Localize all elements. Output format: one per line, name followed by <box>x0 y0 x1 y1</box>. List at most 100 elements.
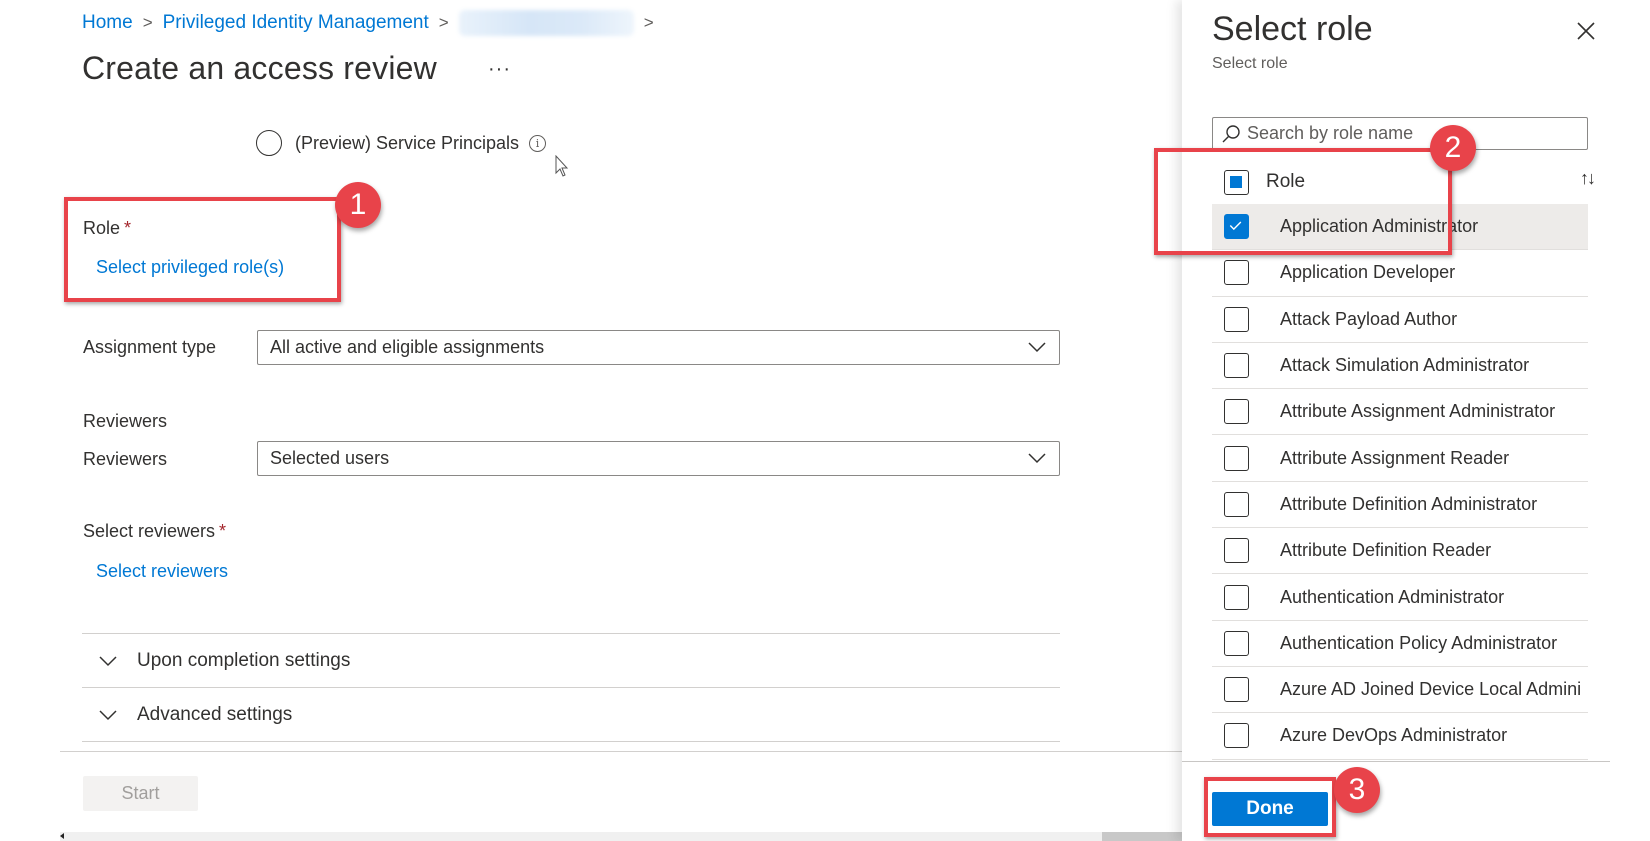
callout-box-step-1 <box>64 197 341 302</box>
step-1-badge: 1 <box>335 182 381 228</box>
sort-icon[interactable]: ↑↓ <box>1580 168 1596 189</box>
scroll-left-arrow-icon[interactable] <box>60 833 64 839</box>
role-list-item[interactable]: Authentication Administrator <box>1212 574 1588 621</box>
select-privileged-roles-link[interactable]: Select privileged role(s) <box>96 257 284 278</box>
breadcrumb-pim[interactable]: Privileged Identity Management <box>163 12 429 34</box>
role-list-item[interactable]: Attribute Definition Administrator <box>1212 482 1588 529</box>
role-list-item[interactable]: Attribute Definition Reader <box>1212 528 1588 575</box>
breadcrumb-separator: > <box>643 13 654 32</box>
role-name: Authentication Policy Administrator <box>1280 632 1558 653</box>
role-list-header: Role ↑↓ <box>1212 160 1596 204</box>
breadcrumb-separator: > <box>438 13 449 32</box>
service-principals-option[interactable]: (Preview) Service Principals i <box>256 130 547 156</box>
role-checkbox[interactable] <box>1224 677 1249 703</box>
role-list-item[interactable]: Azure AD Joined Device Local Admini <box>1212 667 1588 714</box>
select-reviewers-label-text: Select reviewers <box>83 521 216 541</box>
role-list-item[interactable]: Azure DevOps Administrator <box>1212 713 1588 760</box>
assignment-type-value: All active and eligible assignments <box>270 337 545 357</box>
reviewers-section-label: Reviewers <box>83 411 168 431</box>
role-checkbox[interactable] <box>1224 306 1249 332</box>
horizontal-scrollbar[interactable] <box>60 832 1182 841</box>
start-button[interactable]: Start <box>83 776 198 811</box>
info-icon[interactable]: i <box>529 134 547 152</box>
role-checkbox[interactable] <box>1224 723 1249 749</box>
role-list[interactable]: Application Administrator Application Dev… <box>1212 204 1588 760</box>
role-checkbox[interactable] <box>1224 630 1249 656</box>
role-checkbox[interactable] <box>1224 445 1249 471</box>
select-reviewers-label: Select reviewers * <box>83 521 226 542</box>
divider <box>82 687 1060 688</box>
breadcrumb-separator: > <box>142 13 153 32</box>
divider <box>82 633 1060 634</box>
select-role-panel: Select role Select role Role ↑↓ Applicat… <box>1154 0 1650 841</box>
role-name: Attribute Definition Reader <box>1280 540 1492 561</box>
breadcrumb-redacted-item[interactable] <box>458 10 634 36</box>
close-icon[interactable] <box>1575 20 1597 42</box>
scrollbar-thumb[interactable] <box>1102 832 1182 841</box>
section-label: Upon completion settings <box>137 650 351 671</box>
page-title: Create an access review <box>82 50 437 86</box>
reviewers-dropdown[interactable]: Selected users <box>257 441 1060 476</box>
role-list-item[interactable]: Attribute Assignment Administrator <box>1212 389 1588 436</box>
role-checkbox[interactable] <box>1224 353 1249 379</box>
role-list-item[interactable]: Attack Payload Author <box>1212 297 1588 343</box>
breadcrumb: Home > Privileged Identity Management > … <box>82 10 664 36</box>
chevron-down-icon <box>1028 453 1046 464</box>
role-list-item[interactable]: Authentication Policy Administrator <box>1212 621 1588 667</box>
assignment-type-dropdown[interactable]: All active and eligible assignments <box>257 330 1060 365</box>
select-reviewers-link[interactable]: Select reviewers <box>96 561 228 582</box>
role-list-item[interactable]: Application Developer <box>1212 250 1588 297</box>
required-asterisk: * <box>219 521 227 541</box>
role-search-input[interactable] <box>1247 123 1577 144</box>
section-label: Advanced settings <box>137 704 293 725</box>
panel-subtitle: Select role <box>1212 55 1288 72</box>
required-asterisk: * <box>124 218 132 238</box>
step-3-badge: 3 <box>1334 767 1380 813</box>
role-name: Attribute Assignment Administrator <box>1280 401 1556 422</box>
chevron-down-icon <box>99 710 117 721</box>
breadcrumb-home[interactable]: Home <box>82 12 133 34</box>
service-principals-label: (Preview) Service Principals <box>295 132 520 153</box>
role-list-item[interactable]: Attribute Assignment Reader <box>1212 435 1588 482</box>
role-checkbox[interactable] <box>1224 538 1249 564</box>
checkmark-icon <box>1229 221 1242 231</box>
panel-title: Select role <box>1212 10 1373 48</box>
role-name: Attack Payload Author <box>1280 308 1458 329</box>
role-name: Attribute Assignment Reader <box>1280 447 1510 468</box>
role-name: Application Developer <box>1280 262 1456 283</box>
search-icon <box>1222 124 1240 142</box>
main-content: Home > Privileged Identity Management > … <box>0 0 1182 841</box>
step-2-badge: 2 <box>1430 125 1476 171</box>
divider <box>82 741 1060 742</box>
mouse-cursor-icon <box>555 155 569 177</box>
role-name: Azure AD Joined Device Local Admini <box>1280 679 1582 700</box>
chevron-down-icon <box>99 656 117 667</box>
role-checkbox[interactable] <box>1224 399 1249 425</box>
role-name: Application Administrator <box>1280 216 1479 237</box>
service-principals-radio[interactable] <box>256 130 282 156</box>
panel-footer-divider <box>1182 761 1610 762</box>
role-search-box[interactable] <box>1212 117 1588 150</box>
role-checkbox[interactable] <box>1224 260 1249 286</box>
role-label: Role * <box>83 218 131 239</box>
assignment-type-label: Assignment type <box>83 337 217 357</box>
role-name: Authentication Administrator <box>1280 586 1505 607</box>
role-list-item[interactable]: Attack Simulation Administrator <box>1212 343 1588 390</box>
role-name: Attribute Definition Administrator <box>1280 493 1538 514</box>
select-all-checkbox[interactable] <box>1224 169 1249 195</box>
role-column-header[interactable]: Role <box>1266 171 1305 193</box>
role-checkbox[interactable] <box>1224 491 1249 517</box>
role-name: Attack Simulation Administrator <box>1280 355 1530 376</box>
role-name: Azure DevOps Administrator <box>1280 725 1508 746</box>
role-list-item[interactable]: Application Administrator <box>1212 204 1588 251</box>
more-options-button[interactable]: ··· <box>488 58 511 81</box>
role-label-text: Role <box>83 218 121 238</box>
advanced-settings-section[interactable]: Advanced settings <box>82 689 1060 741</box>
done-button[interactable]: Done <box>1212 792 1328 826</box>
upon-completion-settings-section[interactable]: Upon completion settings <box>82 635 1060 687</box>
role-checkbox[interactable] <box>1224 584 1249 610</box>
role-checkbox-checked[interactable] <box>1224 214 1249 240</box>
reviewers-value: Selected users <box>270 448 390 468</box>
chevron-down-icon <box>1028 342 1046 353</box>
footer-divider <box>60 751 1182 752</box>
